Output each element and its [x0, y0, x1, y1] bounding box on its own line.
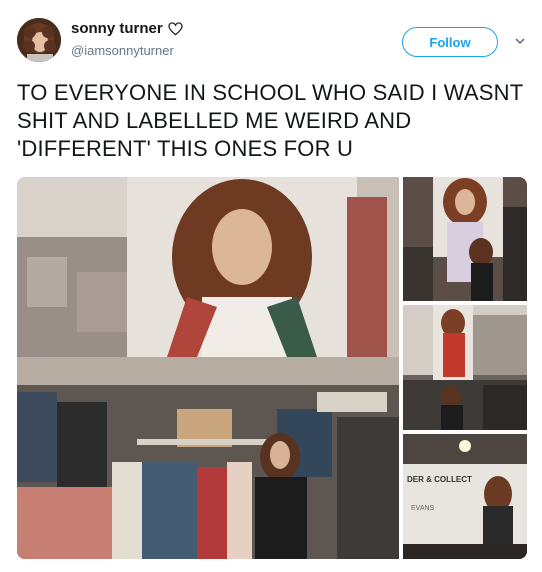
sign-text: DER & COLLECT	[407, 475, 472, 484]
photo-bottom-right[interactable]: DER & COLLECT EVANS	[403, 434, 527, 559]
avatar[interactable]	[17, 18, 61, 62]
photo-main[interactable]	[17, 177, 399, 559]
heart-outline-icon	[168, 21, 183, 36]
display-name[interactable]: sonny turner	[71, 20, 163, 37]
chevron-down-icon[interactable]	[514, 34, 526, 46]
photo-top-right[interactable]	[403, 177, 527, 301]
name-row: sonny turner	[71, 20, 183, 37]
brand-text: EVANS	[411, 505, 435, 512]
handle[interactable]: @iamsonnyturner	[71, 43, 174, 58]
tweet-text: TO EVERYONE IN SCHOOL WHO SAID I WASNT S…	[17, 80, 523, 161]
photo-middle-right[interactable]	[403, 305, 527, 430]
tweet-header: sonny turner @iamsonnyturner Follow	[17, 18, 527, 66]
follow-button[interactable]: Follow	[402, 27, 498, 57]
media-grid: DER & COLLECT EVANS	[17, 177, 527, 559]
